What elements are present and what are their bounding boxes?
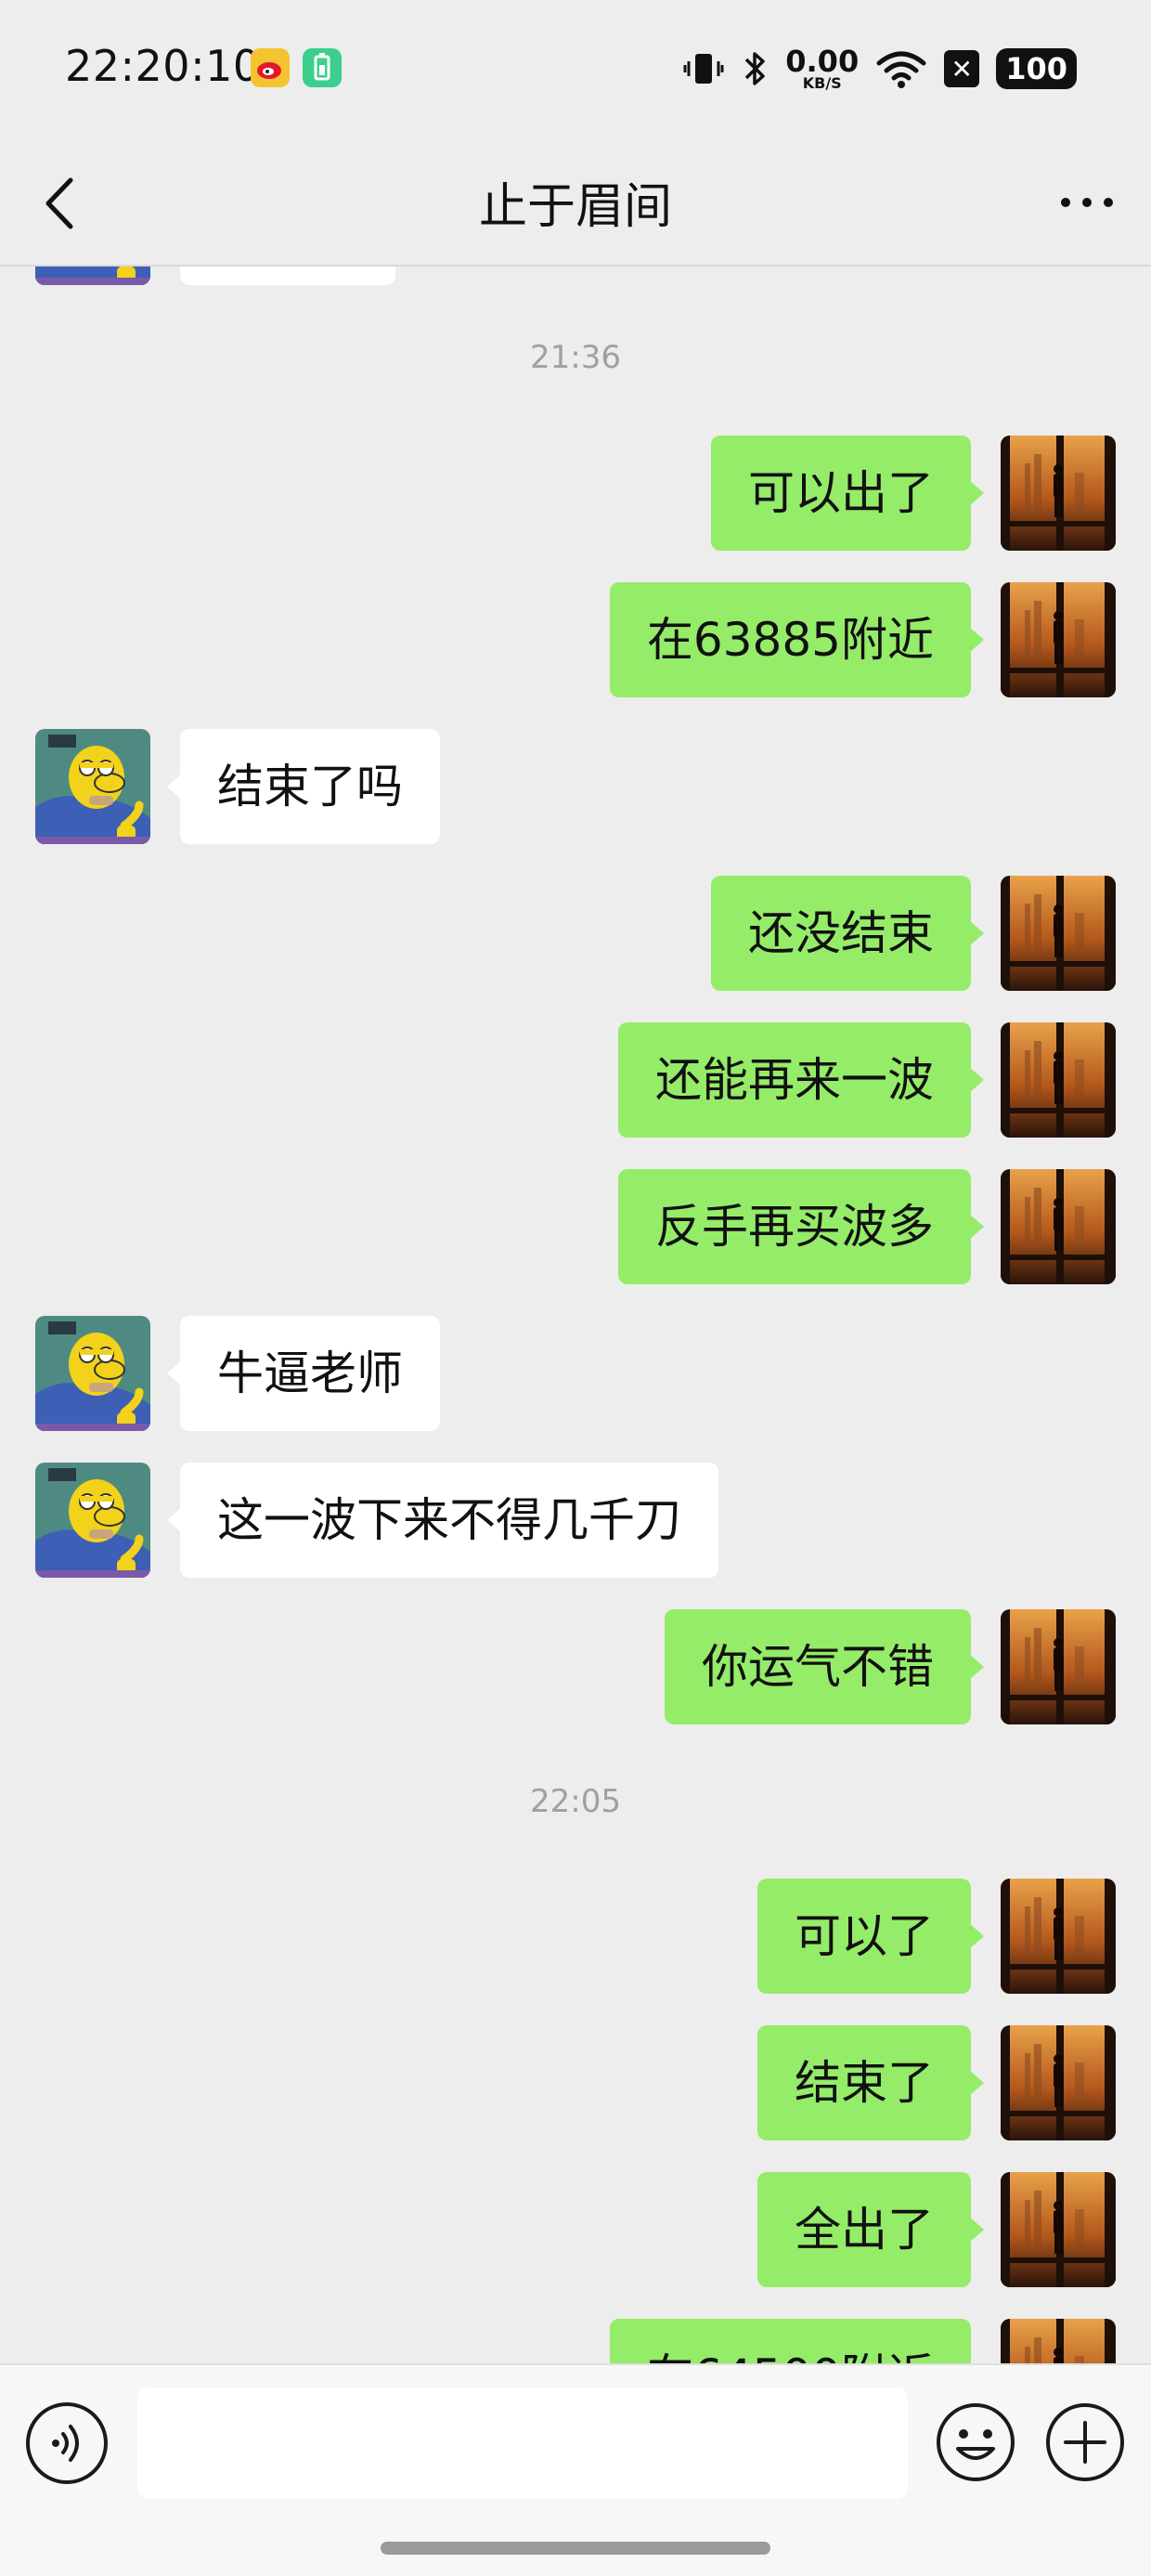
net-speed: 0.00 KB/S: [785, 46, 859, 91]
message-bubble-cropped: [180, 267, 395, 285]
plus-icon[interactable]: [1043, 2400, 1127, 2484]
message-bubble[interactable]: 在63885附近: [609, 582, 985, 697]
input-bar: [0, 2363, 1151, 2576]
contact-avatar[interactable]: [35, 1316, 150, 1431]
my-avatar[interactable]: [1001, 2319, 1116, 2363]
my-avatar[interactable]: [1001, 2172, 1116, 2287]
net-speed-unit: KB/S: [802, 74, 842, 92]
message-row-cropped: [0, 267, 1151, 285]
no-sim-icon: ✕: [944, 50, 980, 87]
message-row: 在63885附近: [0, 582, 1151, 697]
message-row: 你运气不错: [0, 1609, 1151, 1724]
message-row: 牛逼老师: [0, 1316, 1151, 1431]
my-avatar[interactable]: [1001, 582, 1116, 697]
bluetooth-icon: [745, 52, 765, 85]
message-bubble[interactable]: 还能再来一波: [618, 1022, 984, 1138]
chat-header: 止于眉间: [0, 139, 1151, 267]
contact-avatar[interactable]: [35, 267, 150, 285]
my-avatar[interactable]: [1001, 876, 1116, 991]
message-row: 还能再来一波: [0, 1022, 1151, 1138]
message-row: 可以出了: [0, 436, 1151, 551]
my-avatar[interactable]: [1001, 1879, 1116, 1994]
message-bubble[interactable]: 还没结束: [711, 876, 984, 991]
my-avatar[interactable]: [1001, 2025, 1116, 2140]
message-row: 全出了: [0, 2172, 1151, 2287]
chat-title: 止于眉间: [478, 179, 672, 235]
timestamp: 22:05: [530, 1783, 621, 1820]
message-row: 这一波下来不得几千刀: [0, 1463, 1151, 1578]
message-row: 结束了吗: [0, 729, 1151, 844]
status-bar: 22:20:10 0.00 KB/S ✕ 100: [0, 0, 1151, 139]
message-bubble[interactable]: 结束了吗: [167, 729, 440, 844]
home-indicator[interactable]: [381, 2542, 770, 2555]
message-bubble[interactable]: 全出了: [757, 2172, 984, 2287]
message-row: 可以了: [0, 1879, 1151, 1994]
status-time: 22:20:10: [65, 41, 261, 91]
my-avatar[interactable]: [1001, 1022, 1116, 1138]
timestamp: 21:36: [530, 339, 621, 376]
status-indicators: 0.00 KB/S ✕ 100: [683, 43, 1077, 95]
battery-saver-icon: [303, 48, 342, 87]
weibo-icon: [251, 48, 290, 87]
message-bubble[interactable]: 结束了: [757, 2025, 984, 2140]
voice-icon[interactable]: [26, 2402, 108, 2484]
my-avatar[interactable]: [1001, 1609, 1116, 1724]
net-speed-value: 0.00: [785, 44, 860, 79]
vibrate-icon: [683, 54, 724, 84]
message-bubble[interactable]: 反手再买波多: [618, 1169, 984, 1284]
wifi-icon: [876, 51, 926, 88]
contact-avatar[interactable]: [35, 729, 150, 844]
message-list[interactable]: 21:36 可以出了 在63885附近 结束了吗 还没结束 还能再来一波 反手再…: [0, 267, 1151, 2363]
my-avatar[interactable]: [1001, 436, 1116, 551]
message-row: 结束了: [0, 2025, 1151, 2140]
message-bubble[interactable]: 在64500附近: [609, 2319, 971, 2363]
message-bubble[interactable]: 牛逼老师: [167, 1316, 440, 1431]
message-bubble[interactable]: 你运气不错: [665, 1609, 984, 1724]
message-bubble[interactable]: 可以了: [757, 1879, 984, 1994]
battery-indicator: 100: [996, 48, 1077, 89]
message-bubble[interactable]: 这一波下来不得几千刀: [167, 1463, 718, 1578]
message-row: 反手再买波多: [0, 1169, 1151, 1284]
message-row: 在64500附近: [0, 2319, 1151, 2363]
message-input[interactable]: [137, 2387, 908, 2499]
contact-avatar[interactable]: [35, 1463, 150, 1578]
message-row: 还没结束: [0, 876, 1151, 991]
my-avatar[interactable]: [1001, 1169, 1116, 1284]
message-bubble[interactable]: 可以出了: [711, 436, 984, 551]
emoji-icon[interactable]: [934, 2400, 1017, 2484]
more-icon[interactable]: [1054, 176, 1119, 228]
